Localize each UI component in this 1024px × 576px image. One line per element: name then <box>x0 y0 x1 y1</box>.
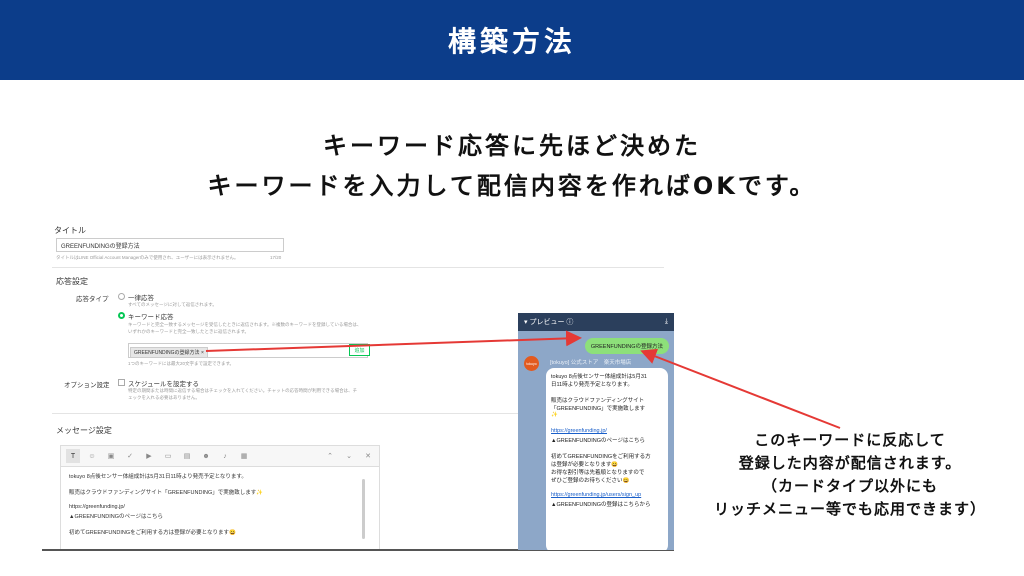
mic-icon[interactable]: ♪ <box>218 449 232 463</box>
header-bar: 構築方法 <box>0 0 1024 80</box>
keyword-tag-text: GREENFUNDINGの登録方法 <box>134 350 200 356</box>
emoji-icon[interactable]: ☻ <box>199 449 213 463</box>
schedule-desc-1: 特定の期間または時間に返信する場合はチェックを入れてください。チャットの応答時間… <box>128 388 358 393</box>
richmessage-icon[interactable]: ▤ <box>180 449 194 463</box>
option-general[interactable]: 一律応答 <box>128 292 154 302</box>
schedule-checkbox[interactable] <box>118 379 125 386</box>
response-type-label: 応答タイプ <box>76 296 109 303</box>
message-line <box>551 388 663 396</box>
close-icon[interactable]: × <box>201 350 204 356</box>
schedule-desc-2: ェックを入れる必要はありません。 <box>128 395 200 400</box>
video-icon[interactable]: ▶ <box>142 449 156 463</box>
title-hint: タイトルはLINE Official Account Managerのみで使用さ… <box>56 255 239 260</box>
message-line: お得な割引等は先着順となりますので <box>551 470 645 476</box>
response-label: 応答設定 <box>56 277 88 286</box>
card-icon[interactable]: ▭ <box>161 449 175 463</box>
message-textarea[interactable]: tokuyo 8点後センサー体組成計は5月31日11時より発売予定となります。販… <box>60 467 380 551</box>
radio-keyword[interactable] <box>118 312 125 319</box>
keyword-tag[interactable]: GREENFUNDINGの登録方法 × <box>130 347 208 358</box>
message-line: 日11時より発売予定となります。 <box>551 382 633 388</box>
lead-line-1: キーワード応答に先ほど決めた <box>323 132 701 160</box>
page-title: 構築方法 <box>447 25 576 58</box>
message-line: 「GREENFUNDING」で実施致します <box>551 406 646 412</box>
message-line: 販売はクラウドファンディングサイト「GREENFUNDING」で実施致します✨ <box>69 490 264 496</box>
message-line: tokuyo 8点後センサー体組成計は5月31 <box>551 374 647 380</box>
scrollbar[interactable] <box>362 479 365 539</box>
message-line: ✨ <box>551 412 558 418</box>
caption-line-1: このキーワードに反応して <box>754 431 946 449</box>
message-line: 初めてGREENFUNDINGをご利用する方 <box>551 454 651 460</box>
message-line: は登録が必要となります😀 <box>551 462 619 468</box>
coupon-icon[interactable]: ✓ <box>123 449 137 463</box>
close-icon[interactable]: ✕ <box>361 449 375 463</box>
title-input[interactable]: GREENFUNDINGの登録方法 <box>56 238 284 252</box>
sticker-icon[interactable]: ☺ <box>85 449 99 463</box>
option-keyword-desc-1: キーワードと完全一致するメッセージを受信したときに返信されます。※複数のキーワー… <box>128 322 362 327</box>
preview-label[interactable]: ▾ プレビュー ⓘ <box>524 317 573 327</box>
chevron-down-icon[interactable]: ⌄ <box>342 449 356 463</box>
option-keyword[interactable]: キーワード応答 <box>128 311 174 321</box>
message-line <box>69 520 371 528</box>
download-icon[interactable]: ⤓ <box>665 318 668 326</box>
message-line <box>551 420 663 428</box>
radio-general[interactable] <box>118 293 125 300</box>
message-line <box>69 496 371 504</box>
option-general-desc: すべてのメッセージに対して返信されます。 <box>128 302 217 307</box>
message-line <box>551 444 663 452</box>
avatar: tokuyo <box>524 356 539 371</box>
sent-message-bubble: GREENFUNDINGの登録方法 <box>584 338 669 354</box>
option-keyword-desc-2: いずれかのキーワードと完全一致したときに返信されます。 <box>128 329 250 334</box>
lead-text: キーワード応答に先ほど決めた キーワードを入力して配信内容を作ればOKです。 <box>150 126 874 206</box>
text-icon[interactable]: T <box>66 449 80 463</box>
message-line: ぜひご登録のお待ちください😀 <box>551 478 630 484</box>
preview-header: ▾ プレビュー ⓘ ⤓ <box>518 313 674 331</box>
caption-line-2: 登録した内容が配信されます。 <box>738 454 962 472</box>
caption-line-3: （カードタイプ以外にも <box>761 477 938 495</box>
preview-panel: ▾ プレビュー ⓘ ⤓ GREENFUNDINGの登録方法 tokuyo [to… <box>518 313 674 550</box>
message-line: ▲GREENFUNDINGのページはこちら <box>69 514 163 520</box>
option-setting-label: オプション設定 <box>64 382 110 389</box>
message-line: https://greenfunding.jp/ <box>69 504 125 510</box>
message-link[interactable]: https://greenfunding.jp/users/sign_up <box>551 492 663 500</box>
caption-line-4: リッチメニュー等でも応用できます） <box>713 500 986 518</box>
survey-icon[interactable]: ▦ <box>237 449 251 463</box>
message-line: 初めてGREENFUNDINGをご利用する方は登録が必要となります😀 <box>69 530 236 536</box>
message-label: メッセージ設定 <box>56 426 112 435</box>
message-line: ▲GREENFUNDINGの登録はこちらから <box>551 502 651 508</box>
message-toolbar: T ☺ ▣ ✓ ▶ ▭ ▤ ☻ ♪ ▦ ⌃ ⌄ ✕ <box>60 445 380 467</box>
title-label: タイトル <box>54 226 86 235</box>
schedule-label[interactable]: スケジュールを設定する <box>128 378 199 388</box>
message-link[interactable]: https://greenfunding.jp/ <box>551 428 663 436</box>
message-line <box>551 484 663 492</box>
image-icon[interactable]: ▣ <box>104 449 118 463</box>
message-line: ▲GREENFUNDINGのページはこちら <box>551 438 645 444</box>
message-line: 販売はクラウドファンディングサイト <box>551 398 645 404</box>
keyword-hint: 1つのキーワードには最大20文字まで設定できます。 <box>128 361 235 366</box>
caption-text: このキーワードに反応して 登録した内容が配信されます。 （カードタイプ以外にも … <box>680 429 1020 521</box>
message-line: tokuyo 8点後センサー体組成計は5月31日11時より発売予定となります。 <box>69 474 247 480</box>
message-line <box>69 480 371 488</box>
title-counter: 17/20 <box>270 255 282 260</box>
sender-name: [tokuyo] 公式ストア 楽天市場店 <box>550 360 632 366</box>
lead-line-2: キーワードを入力して配信内容を作ればOKです。 <box>207 172 817 200</box>
divider <box>52 267 664 268</box>
reply-message-bubble: tokuyo 8点後センサー体組成計は5月31 日11時より発売予定となります。販… <box>546 368 668 550</box>
chevron-up-icon[interactable]: ⌃ <box>323 449 337 463</box>
add-keyword-button[interactable]: 追加 <box>349 344 370 356</box>
